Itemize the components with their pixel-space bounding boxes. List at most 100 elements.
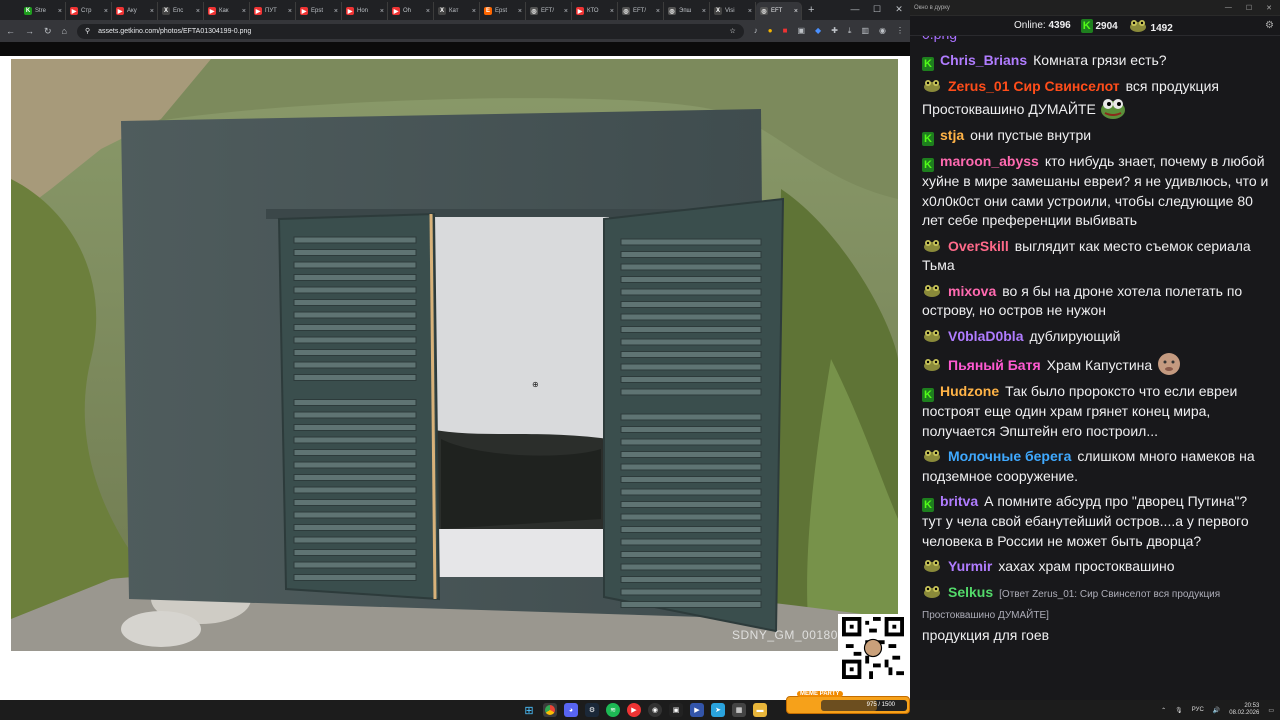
tab-5[interactable]: ▶ ПУТ × bbox=[250, 2, 296, 20]
menu-icon[interactable]: ⋮ bbox=[896, 26, 904, 36]
puzzle-icon[interactable]: ✚ bbox=[831, 26, 838, 36]
tab-6[interactable]: ▶ Epst × bbox=[296, 2, 342, 20]
discord-icon[interactable]: ◕ bbox=[564, 703, 578, 717]
maximize-button[interactable]: ☐ bbox=[866, 0, 888, 18]
site-info-icon[interactable]: ⚲ bbox=[85, 27, 90, 35]
tab-close-icon[interactable]: × bbox=[472, 8, 476, 15]
forward-icon[interactable]: → bbox=[25, 26, 34, 36]
chat-username[interactable]: Молочные берега bbox=[948, 448, 1071, 464]
tab-4[interactable]: ▶ Как × bbox=[204, 2, 250, 20]
tray-chevron-icon[interactable]: ⌃ bbox=[1161, 707, 1166, 714]
tab-11[interactable]: ◎ EFT/ × bbox=[526, 2, 572, 20]
media-player-icon[interactable]: ▣ bbox=[669, 703, 683, 717]
start-menu-icon[interactable]: ⊞ bbox=[522, 703, 536, 717]
telegram-icon[interactable]: ➤ bbox=[711, 703, 725, 717]
qr-code[interactable] bbox=[838, 614, 908, 682]
media-icon[interactable]: ♪ bbox=[754, 26, 758, 36]
video-app-icon[interactable]: ▶ bbox=[690, 703, 704, 717]
steam-icon[interactable]: ⚙ bbox=[585, 703, 599, 717]
close-window-button[interactable]: ✕ bbox=[888, 0, 910, 18]
home-icon[interactable]: ⌂ bbox=[62, 26, 67, 36]
tab-close-icon[interactable]: × bbox=[288, 8, 292, 15]
tab-8[interactable]: ▶ Oh × bbox=[388, 2, 434, 20]
tab-close-icon[interactable]: × bbox=[150, 8, 154, 15]
bookmark-star-icon[interactable]: ☆ bbox=[730, 27, 736, 35]
tab-close-icon[interactable]: × bbox=[656, 8, 660, 15]
chat-username[interactable]: maroon_abyss bbox=[940, 153, 1039, 169]
youtube-music-icon[interactable]: ▶ bbox=[627, 703, 641, 717]
tab-2[interactable]: ▶ Аку × bbox=[112, 2, 158, 20]
notifications-icon[interactable]: ▭ bbox=[1268, 707, 1274, 714]
chat-username[interactable]: Пьяный Батя bbox=[948, 357, 1041, 373]
download-icon[interactable]: ⤓ bbox=[848, 26, 852, 36]
tab-close-icon[interactable]: × bbox=[564, 8, 568, 15]
obs-icon[interactable]: ◉ bbox=[648, 703, 662, 717]
chat-username[interactable]: OverSkill bbox=[948, 238, 1009, 254]
tab-close-icon[interactable]: × bbox=[380, 8, 384, 15]
volume-icon[interactable]: 🔊 bbox=[1213, 707, 1220, 714]
tab-close-icon[interactable]: × bbox=[104, 8, 108, 15]
chat-username[interactable]: stja bbox=[940, 127, 964, 143]
extension-blue-icon[interactable]: ◆ bbox=[815, 26, 821, 36]
extension-red-icon[interactable]: ■ bbox=[783, 26, 788, 36]
chat-maximize-icon[interactable]: ☐ bbox=[1246, 4, 1252, 12]
sidebar-icon[interactable]: ▥ bbox=[861, 26, 869, 36]
tab-3[interactable]: X Епс × bbox=[158, 2, 204, 20]
chat-username[interactable]: mixova bbox=[948, 283, 996, 299]
chat-username[interactable]: britva bbox=[940, 493, 978, 509]
reload-icon[interactable]: ↻ bbox=[44, 26, 52, 37]
profile-icon[interactable]: ◉ bbox=[879, 26, 886, 36]
chrome-icon[interactable] bbox=[543, 703, 557, 717]
door-louver bbox=[293, 374, 417, 381]
chat-username[interactable]: V0blaD0bla bbox=[948, 328, 1023, 344]
tab-13[interactable]: ◎ EFT/ × bbox=[618, 2, 664, 20]
microphone-icon[interactable]: 🎙 bbox=[1175, 707, 1183, 714]
chat-username[interactable]: Selkus bbox=[948, 584, 993, 600]
chat-message: Kbritva А помните абсурд про "дворец Пути… bbox=[922, 489, 1270, 554]
back-icon[interactable]: ← bbox=[6, 26, 15, 36]
tab-close-icon[interactable]: × bbox=[58, 8, 62, 15]
chat-message-text: дублирующий bbox=[1029, 327, 1121, 344]
chat-username[interactable]: Yurmir bbox=[948, 558, 992, 574]
tab-label: Как bbox=[219, 8, 229, 14]
spotify-icon[interactable]: ≋ bbox=[606, 703, 620, 717]
tab-label: EFT/ bbox=[541, 8, 554, 14]
clock[interactable]: 20:53 08.02.2026 bbox=[1229, 703, 1259, 717]
new-tab-button[interactable]: + bbox=[802, 4, 820, 16]
tab-close-icon[interactable]: × bbox=[794, 8, 798, 15]
minimize-button[interactable]: — bbox=[844, 0, 866, 18]
file-explorer-icon[interactable]: ▬ bbox=[753, 703, 767, 717]
tab-strip: K Stre × ▶ Стр × ▶ Аку × X Епс × ▶ Как × ▶ ПУТ × ▶ Epst × ▶ Ho… bbox=[0, 0, 910, 20]
tab-9[interactable]: X Кат × bbox=[434, 2, 480, 20]
tab-1[interactable]: ▶ Стр × bbox=[66, 2, 112, 20]
input-language[interactable]: РУС bbox=[1192, 707, 1204, 713]
tab-close-icon[interactable]: × bbox=[196, 8, 200, 15]
tab-close-icon[interactable]: × bbox=[610, 8, 614, 15]
chat-username[interactable]: Zerus_01 Сир Свинселот bbox=[948, 78, 1120, 94]
tab-close-icon[interactable]: × bbox=[748, 8, 752, 15]
tab-close-icon[interactable]: × bbox=[426, 8, 430, 15]
chat-username[interactable]: Chris_Brians bbox=[940, 52, 1027, 68]
kick-logo-icon: K bbox=[1080, 18, 1093, 33]
tab-10[interactable]: E Epst × bbox=[480, 2, 526, 20]
chat-settings-icon[interactable]: ⚙ bbox=[1265, 20, 1274, 31]
tab-14[interactable]: ◎ Эпш × bbox=[664, 2, 710, 20]
tab-15[interactable]: X Visi × bbox=[710, 2, 756, 20]
tab-close-icon[interactable]: × bbox=[702, 8, 706, 15]
tab-close-icon[interactable]: × bbox=[334, 8, 338, 15]
chat-message-text: хахах храм простоквашино bbox=[998, 558, 1175, 574]
tab-16[interactable]: ◎ EFT × bbox=[756, 2, 802, 20]
chat-close-icon[interactable]: ✕ bbox=[1266, 4, 1272, 12]
chat-message-list[interactable]: 0.png K Chris_Brians Комната грязи есть? Zer… bbox=[910, 36, 1280, 700]
screenshot-icon[interactable]: ▣ bbox=[797, 26, 805, 36]
tab-0[interactable]: K Stre × bbox=[20, 2, 66, 20]
extension-orange-icon[interactable]: ● bbox=[768, 26, 773, 36]
chat-username[interactable]: Hudzone bbox=[940, 383, 999, 399]
app-window-icon[interactable]: ▦ bbox=[732, 703, 746, 717]
tab-12[interactable]: ▶ КТО × bbox=[572, 2, 618, 20]
tab-close-icon[interactable]: × bbox=[242, 8, 246, 15]
chat-minimize-icon[interactable]: — bbox=[1225, 4, 1232, 12]
tab-close-icon[interactable]: × bbox=[518, 8, 522, 15]
tab-7[interactable]: ▶ Hon × bbox=[342, 2, 388, 20]
address-bar[interactable]: ⚲ assets.getkino.com/photos/EFTA01304199… bbox=[76, 23, 744, 39]
